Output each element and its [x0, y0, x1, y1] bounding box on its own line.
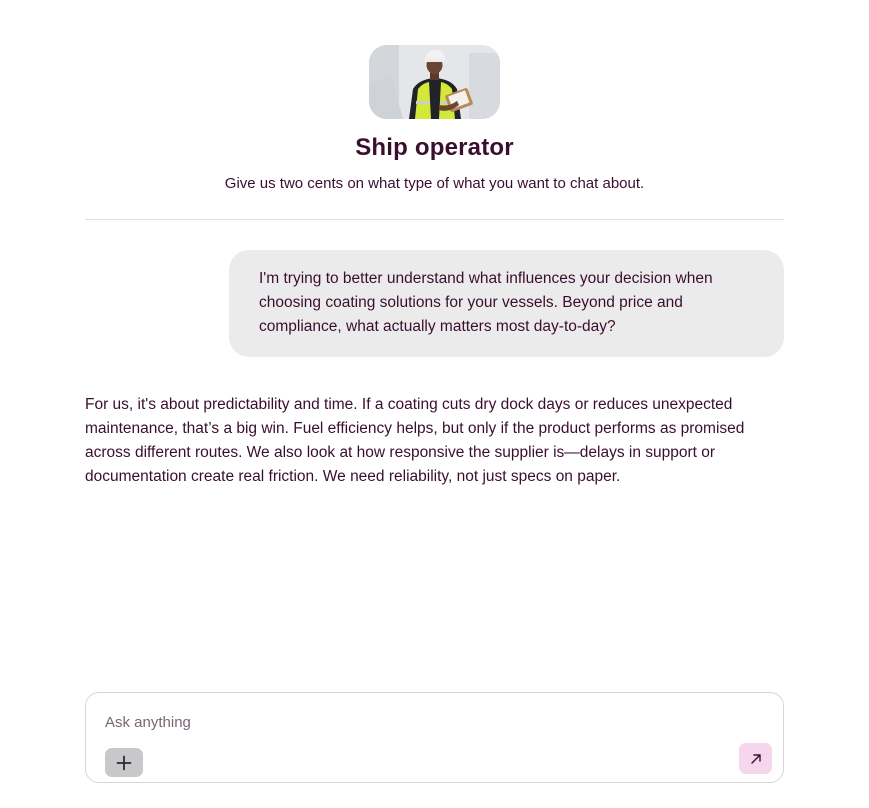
persona-description: Give us two cents on what type of what y… — [224, 175, 645, 192]
arrow-up-right-icon — [750, 753, 761, 764]
persona-avatar — [369, 45, 500, 119]
header-divider — [85, 219, 784, 220]
add-attachment-button[interactable] — [105, 748, 143, 777]
message-composer — [85, 692, 784, 783]
plus-icon — [116, 755, 132, 770]
assistant-message: For us, it's about predictability and ti… — [85, 396, 745, 485]
send-button[interactable] — [739, 743, 772, 774]
user-message-bubble: I'm trying to better understand what inf… — [229, 250, 784, 357]
chat-page: Ship operator Give us two cents on what … — [0, 0, 869, 808]
message-input[interactable] — [105, 711, 705, 733]
ship-operator-photo-icon — [369, 45, 500, 119]
persona-name: Ship operator — [355, 134, 514, 161]
